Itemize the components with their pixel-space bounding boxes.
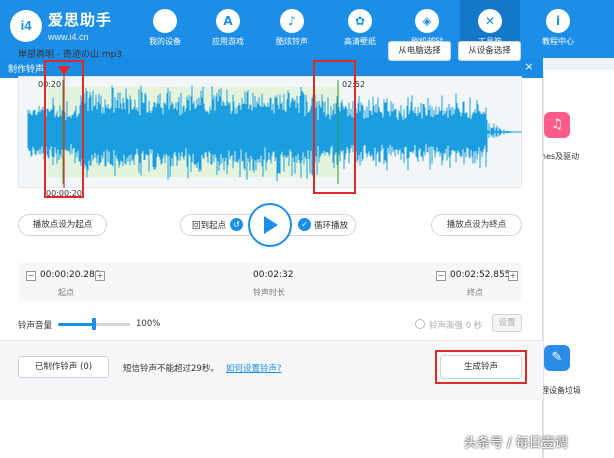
set-start-button[interactable]: 播放点设为起点	[18, 214, 107, 236]
volume-label: 铃声音量	[18, 321, 53, 331]
music-note-icon[interactable]: ♫	[544, 112, 570, 138]
choose-from-device-button[interactable]: 从设备选择	[458, 41, 521, 61]
nav-label: 酷炫铃声	[276, 37, 308, 46]
file-name: 岸部眞明 - 奇迹の山.mp3	[18, 50, 123, 60]
choose-from-pc-button[interactable]: 从电脑选择	[388, 41, 451, 61]
volume-fill	[58, 323, 94, 326]
start-plus-button[interactable]: +	[95, 271, 105, 281]
back-arrow-icon[interactable]: ↺	[230, 218, 243, 231]
watermark: 头条号 / 每日壹调	[464, 436, 568, 451]
annotation-box-generate	[435, 350, 527, 384]
volume-handle[interactable]	[92, 318, 96, 330]
end-minus-button[interactable]: −	[436, 271, 446, 281]
waveform-path	[27, 85, 512, 182]
nav-tutorials[interactable]: i 教程中心	[528, 0, 588, 58]
side-item-label[interactable]: 理设备垃圾	[541, 385, 581, 396]
nav-label: 我的设备	[149, 37, 181, 46]
dialog-title: 制作铃声	[8, 65, 45, 75]
nav-label: 教程中心	[542, 37, 574, 46]
apple-icon	[153, 9, 177, 33]
nav-my-device[interactable]: 我的设备	[135, 0, 195, 58]
nav-ringtones[interactable]: ♪ 酷炫铃声	[262, 0, 322, 58]
nav-apps-games[interactable]: A 应用游戏	[198, 0, 258, 58]
sms-note: 短信铃声不能超过29秒。	[123, 364, 219, 374]
tools-icon: ✕	[478, 9, 502, 33]
made-ringtones-button[interactable]: 已制作铃声 (0)	[18, 356, 109, 378]
fade-in-radio[interactable]	[415, 319, 425, 329]
howto-link[interactable]: 如何设置铃声?	[226, 362, 282, 374]
box-icon: ◈	[415, 9, 439, 33]
duration-value: 00:02:32	[253, 270, 294, 280]
bell-icon: ♪	[280, 9, 304, 33]
flower-icon: ✿	[348, 9, 372, 33]
app-store-icon: A	[216, 9, 240, 33]
start-time-value[interactable]: 00:00:20.288	[40, 270, 100, 280]
end-plus-button[interactable]: +	[508, 271, 518, 281]
loop-label[interactable]: 循环播放	[314, 219, 348, 231]
duration-label: 铃声时长	[253, 288, 285, 297]
fade-set-button[interactable]: 设置	[492, 314, 522, 332]
start-time-label: 起点	[58, 288, 74, 297]
brand-name: 爱思助手	[48, 11, 113, 29]
annotation-box-end	[313, 60, 356, 194]
end-time-label: 终点	[467, 288, 483, 297]
nav-label: 高清壁纸	[344, 37, 376, 46]
app-logo: i4	[10, 10, 42, 42]
back-to-start-label[interactable]: 回到起点	[192, 219, 226, 231]
set-end-button[interactable]: 播放点设为终点	[431, 214, 522, 236]
broom-icon[interactable]: ✎	[544, 345, 570, 371]
play-icon[interactable]	[264, 216, 278, 234]
nav-wallpapers[interactable]: ✿ 高清壁纸	[330, 0, 390, 58]
close-icon[interactable]: ×	[521, 59, 537, 75]
check-icon[interactable]: ✓	[298, 218, 311, 231]
side-item-label[interactable]: nes及驱动	[541, 151, 579, 162]
brand-url: www.i4.cn	[48, 32, 89, 42]
start-minus-button[interactable]: −	[26, 271, 36, 281]
volume-percent: 100%	[136, 319, 161, 329]
info-icon: i	[546, 9, 570, 33]
annotation-box-start	[44, 60, 84, 198]
waveform[interactable]	[18, 66, 522, 188]
nav-label: 应用游戏	[212, 37, 244, 46]
end-time-value[interactable]: 00:02:52.855	[450, 270, 510, 280]
fade-in-label: 铃声渐强 0 秒	[429, 321, 483, 331]
